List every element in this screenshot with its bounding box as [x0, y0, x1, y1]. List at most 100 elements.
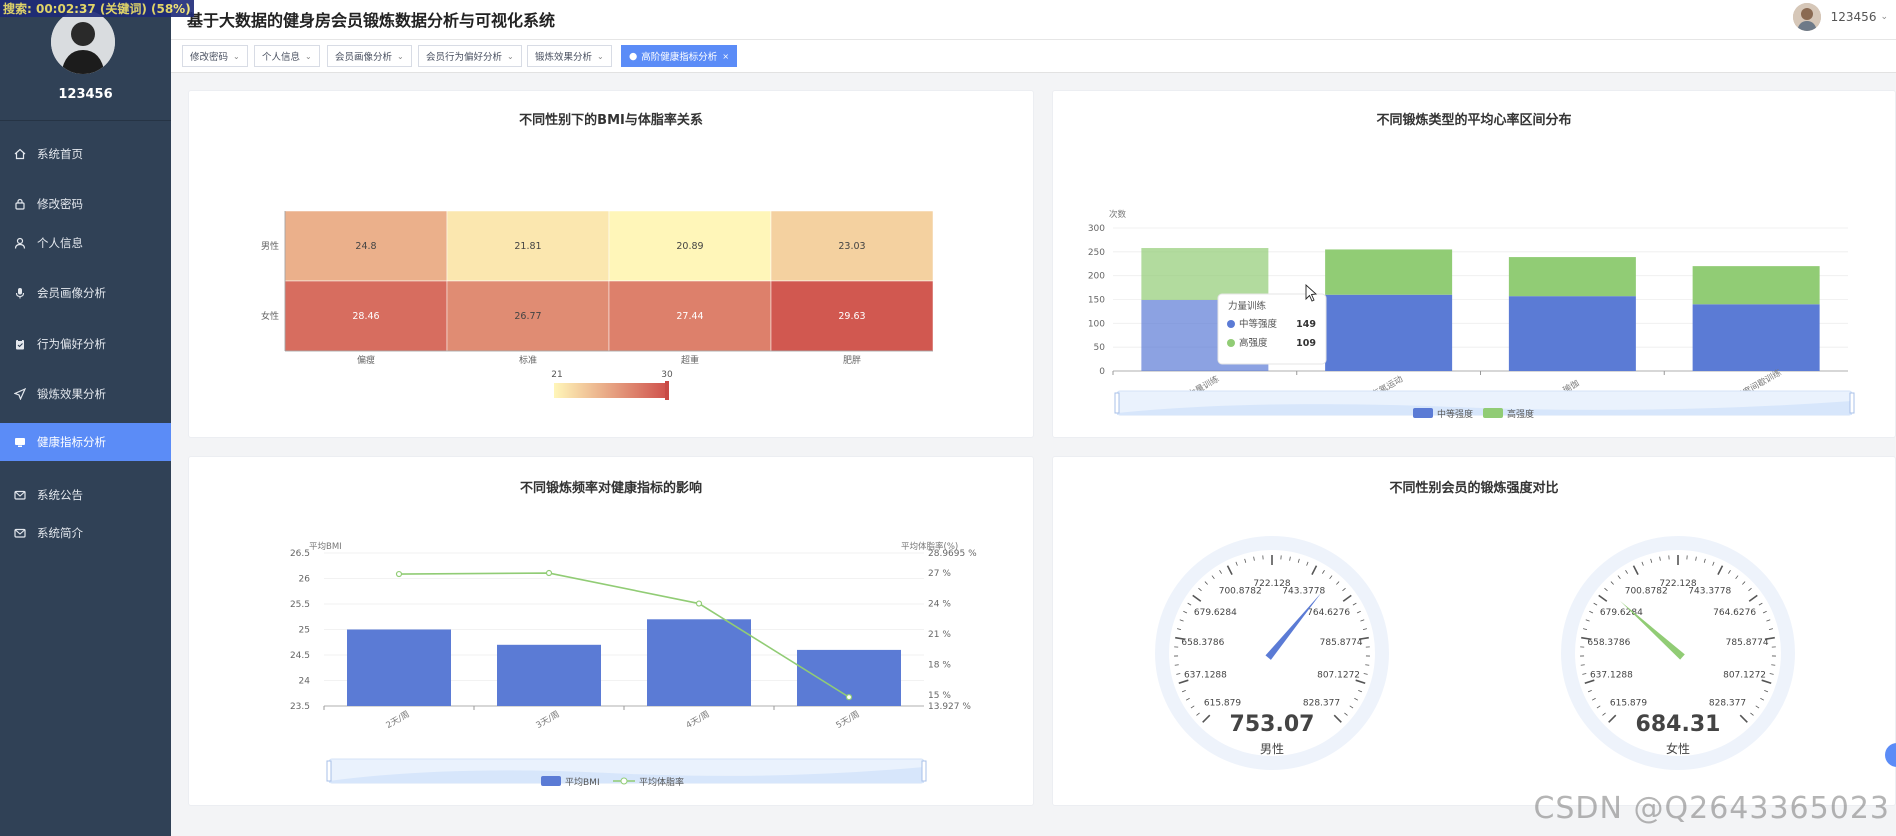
legend-swatch	[1413, 408, 1433, 418]
sidebar-item-label: 系统首页	[37, 147, 83, 161]
gauge-tick	[1176, 628, 1182, 631]
user-icon	[13, 236, 27, 250]
gauge-tick	[1695, 556, 1697, 561]
close-icon[interactable]: ⌄	[233, 52, 240, 61]
datazoom-handle	[1114, 392, 1120, 414]
tab-health[interactable]: ● 高阶健康指标分析 ×	[621, 45, 738, 67]
gauge-tick	[1363, 673, 1368, 675]
visualmap-max-label: 30	[661, 370, 673, 380]
close-icon[interactable]: ⌄	[597, 52, 604, 61]
y-tick-label: 女性	[261, 310, 279, 322]
visualmap-bar	[554, 383, 667, 398]
gauge-tick	[1728, 570, 1731, 574]
gauge-scale-label: 615.879	[1610, 698, 1647, 708]
gauge-tick	[1593, 602, 1598, 606]
y-tick-label-left: 26	[299, 575, 311, 585]
x-tick-label: 4天/周	[685, 710, 712, 731]
heatmap-card: 不同性别下的BMI与体脂率关系 男性 24.8 21.81 20.89 23.03 女性 2…	[188, 90, 1034, 438]
gauge-tick	[1748, 594, 1758, 602]
tab-member-profile[interactable]: 会员画像分析 ⌄	[327, 45, 412, 67]
gauge-tick	[1589, 610, 1594, 614]
user-menu[interactable]: 123456 ⌄	[1792, 3, 1888, 31]
cell-value-label: 23.03	[838, 241, 865, 252]
gauge-tick	[1235, 561, 1238, 566]
x-tick-label: 偏瘦	[357, 354, 375, 366]
stacked-bar-chart: 次数050100150200250300力量训练 有氧运动 瑜伽 高强度间歇训练中等强…	[1088, 209, 1855, 420]
gauge-tick	[1253, 556, 1255, 561]
bar-segment	[1141, 248, 1269, 300]
legend-label: 中等强度	[1437, 408, 1473, 420]
gauge-scale-label: 743.3778	[1688, 587, 1731, 597]
sidebar-item-label: 健康指标分析	[37, 435, 106, 449]
gauge-tick	[1659, 556, 1661, 561]
datazoom-handle	[1849, 392, 1855, 414]
tooltip-title: 力量训练	[1228, 300, 1267, 312]
x-tick-label: 标准	[519, 354, 537, 366]
sidebar-item-health[interactable]: 健康指标分析	[0, 423, 171, 461]
gauge-card: 不同性别会员的锻炼强度对比 615.879 637.1288 658.3786 679…	[1052, 456, 1896, 806]
close-icon[interactable]: ⌄	[397, 52, 404, 61]
gauge-scale-label: 679.6284	[1194, 608, 1237, 618]
gauge-tick	[1204, 581, 1208, 585]
sidebar-item-profile[interactable]: 个人信息	[0, 223, 171, 263]
gauge-tick	[1587, 689, 1592, 693]
legend-swatch	[1483, 408, 1503, 418]
active-dot: ●	[629, 50, 638, 62]
sidebar-item-about[interactable]: 系统简介	[0, 513, 171, 553]
chart-title: 不同锻炼类型的平均心率区间分布	[1376, 113, 1572, 128]
y-tick-label-left: 24	[299, 677, 311, 687]
sidebar-item-change-password[interactable]: 修改密码	[0, 184, 171, 224]
gauge-tick	[1333, 714, 1342, 723]
sidebar-item-effect[interactable]: 锻炼效果分析	[0, 374, 171, 414]
gauge-tick	[1625, 570, 1628, 574]
tab-label: 修改密码	[190, 52, 229, 63]
bar	[647, 619, 751, 706]
y-tick-label: 0	[1099, 367, 1105, 377]
cell-value-label: 26.77	[514, 311, 541, 322]
gauge-tick	[1591, 697, 1596, 701]
sidebar-username: 123456	[58, 87, 113, 102]
y-tick-label: 300	[1088, 224, 1105, 234]
legend-label: 平均体脂率	[639, 776, 684, 788]
close-icon[interactable]: ×	[722, 52, 729, 61]
gauge-tick	[1717, 565, 1724, 575]
cell-value-label: 29.63	[838, 311, 865, 322]
chart-title: 不同性别会员的锻炼强度对比	[1389, 481, 1559, 496]
avatar[interactable]	[51, 10, 115, 74]
gauge-tick	[1190, 705, 1195, 709]
legend-label: 平均BMI	[565, 776, 600, 788]
tab-effect[interactable]: 锻炼效果分析 ⌄	[527, 45, 612, 67]
tab-profile[interactable]: 个人信息 ⌄	[254, 45, 320, 67]
gauge-tick	[1185, 697, 1190, 701]
sidebar-item-announcement[interactable]: 系统公告	[0, 475, 171, 515]
close-icon[interactable]: ⌄	[305, 52, 312, 61]
gauge-tick	[1365, 664, 1370, 666]
gauge-tick	[1755, 705, 1760, 709]
monitor-icon	[13, 435, 27, 449]
sidebar-item-behavior[interactable]: 行为偏好分析	[0, 324, 171, 364]
sidebar-item-home[interactable]: 系统首页	[0, 134, 171, 174]
sidebar-item-member-profile[interactable]: 会员画像分析	[0, 273, 171, 313]
tab-change-password[interactable]: 修改密码 ⌄	[182, 45, 248, 67]
gauge-label: 女性	[1666, 741, 1690, 756]
top-header: 基于大数据的健身房会员锻炼数据分析与可视化系统 123456 ⌄	[171, 0, 1896, 40]
gauge-scale-label: 637.1288	[1184, 671, 1227, 681]
datazoom-handle	[921, 760, 927, 782]
gauge-scale-label: 828.377	[1709, 698, 1746, 708]
cell-value-label: 28.46	[352, 311, 379, 322]
gauge-tick	[1192, 594, 1202, 602]
gauge-tick	[1352, 602, 1357, 606]
tab-behavior[interactable]: 会员行为偏好分析 ⌄	[418, 45, 522, 67]
sidebar-item-label: 系统公告	[37, 488, 83, 502]
gauge-tick	[1244, 558, 1247, 563]
visualmap-min-label: 21	[551, 370, 562, 380]
y-tick-label-right: 18 %	[928, 661, 951, 671]
gauge-value: 684.31	[1636, 712, 1721, 737]
gauge-tick	[1703, 558, 1706, 563]
chevron-down-icon: ⌄	[1880, 12, 1888, 22]
sidebar-item-label: 锻炼效果分析	[37, 387, 106, 401]
gauge-tick	[1226, 565, 1233, 575]
chart-title: 不同性别下的BMI与体脂率关系	[519, 113, 703, 128]
mail-icon	[13, 526, 27, 540]
close-icon[interactable]: ⌄	[507, 52, 514, 61]
